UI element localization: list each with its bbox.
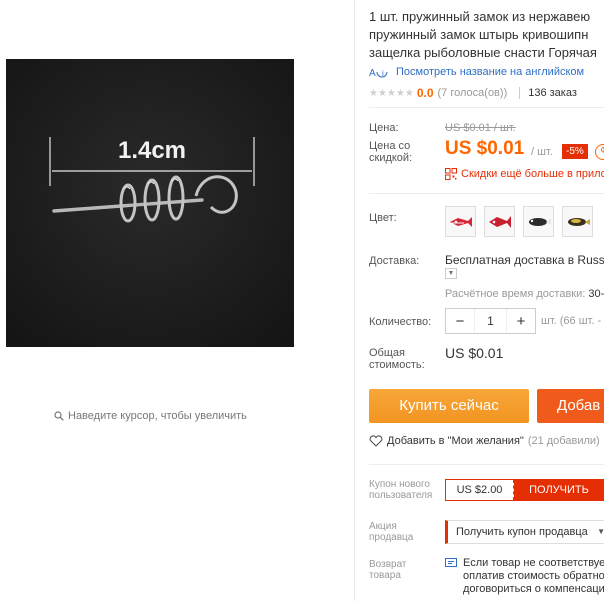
divider (369, 464, 604, 465)
total-price: US $0.01 (445, 345, 504, 361)
seller-promo-label-2: продавца (369, 532, 414, 543)
discount-badge: -5% (562, 144, 588, 159)
return-policy: Если товар не соответствует оплатив стои… (445, 557, 604, 596)
svg-text:A: A (369, 68, 376, 78)
shipping-dropdown-icon[interactable]: ▼ (445, 268, 457, 279)
translate-icon: A i (369, 68, 388, 78)
new-user-coupon-label-2: пользователя (369, 490, 433, 501)
product-title-line: 1 шт. пружинный замок из нержавею (369, 9, 591, 24)
delivery-estimate-value: 30- (588, 288, 604, 300)
spring-lock-photo: 1.4cm (6, 59, 294, 347)
coupon-amount: US $2.00 (446, 480, 514, 500)
return-label-1: Возврат (369, 559, 407, 570)
color-options (445, 206, 593, 237)
divider (369, 107, 604, 108)
wishlist-count: (21 добавили) (527, 435, 600, 447)
heart-icon (369, 435, 383, 447)
lure-thumbnail (567, 217, 590, 226)
return-label-2: товара (369, 570, 401, 581)
discount-price: US $0.01 (445, 138, 525, 159)
color-swatch-red-white-2[interactable] (484, 206, 515, 237)
new-user-coupon-label-1: Купон нового (369, 479, 430, 490)
coupon-pill-icon[interactable]: ¢ (595, 144, 604, 160)
wishlist-text: Добавить в "Мои желания" (387, 435, 524, 447)
zoom-hint-text: Наведите курсор, чтобы увеличить (68, 410, 247, 422)
shipping-method: Бесплатная доставка в Russia (445, 253, 604, 267)
quantity-label: Количество: (369, 316, 432, 328)
rating-stars-icon: ★★★★★ (369, 87, 414, 99)
divider (369, 193, 604, 194)
magnifier-icon (54, 411, 64, 421)
delivery-estimate: Расчётное время доставки: 30- (445, 288, 604, 300)
translate-title-link[interactable]: A i Посмотреть название на английском (369, 66, 584, 78)
color-swatch-black-white[interactable] (523, 206, 554, 237)
shipping-label: Доставка: (369, 255, 420, 267)
svg-text:i: i (382, 69, 384, 78)
return-icon (445, 558, 457, 567)
seller-promo-label-1: Акция (369, 521, 397, 532)
add-to-wishlist-link[interactable]: Добавить в "Мои желания" (21 добавили) (369, 435, 600, 447)
total-label-2: стоимость: (369, 359, 425, 371)
product-details: 1 шт. пружинный замок из нержавею пружин… (369, 0, 604, 601)
divider (519, 87, 521, 99)
product-image[interactable]: 1.4cm (6, 59, 294, 347)
votes-link[interactable]: (7 голоса(ов)) (438, 87, 508, 99)
add-to-cart-button[interactable]: Добав (537, 389, 604, 423)
orders-count: 136 заказ (528, 87, 577, 99)
seller-coupon-text: Получить купон продавца (456, 526, 588, 538)
quantity-increase-button[interactable]: + (507, 313, 535, 330)
color-swatch-red-white[interactable] (445, 206, 476, 237)
get-coupon-button[interactable]: ПОЛУЧИТЬ (514, 480, 604, 500)
zoom-hint: Наведите курсор, чтобы увеличить (54, 410, 247, 422)
translate-link-text: Посмотреть название на английском (396, 66, 585, 78)
column-divider (354, 0, 355, 601)
color-swatch-gold[interactable] (562, 206, 593, 237)
qr-code-icon (445, 168, 457, 180)
rating-row: ★★★★★ 0.0 (7 голоса(ов)) 136 заказ (369, 86, 577, 100)
lure-thumbnail (449, 216, 472, 227)
discount-price-label-1: Цена со (369, 140, 411, 152)
quantity-decrease-button[interactable]: − (446, 313, 474, 330)
lure-thumbnail (528, 217, 551, 226)
app-discount-link[interactable]: Скидки ещё больше в прилож (445, 168, 604, 180)
stock-note: шт. (66 шт. - (541, 315, 602, 327)
app-discount-text: Скидки ещё больше в прилож (461, 168, 604, 180)
new-user-coupon: US $2.00 ПОЛУЧИТЬ (445, 479, 604, 501)
buy-now-button[interactable]: Купить сейчас (369, 389, 529, 423)
discount-price-label-2: скидкой: (369, 152, 413, 164)
quantity-stepper: − 1 + (445, 308, 536, 334)
seller-coupon-dropdown[interactable]: Получить купон продавца ▼ (445, 520, 604, 544)
chevron-down-icon: ▼ (597, 527, 604, 536)
return-text-line: Если товар не соответствует (463, 557, 604, 569)
return-text-line: оплатив стоимость обратно (463, 570, 604, 582)
lure-thumbnail (488, 215, 511, 228)
old-price: US $0.01 / шт. (445, 122, 516, 134)
delivery-estimate-label: Расчётное время доставки: (445, 288, 586, 300)
dimension-label: 1.4cm (118, 137, 186, 164)
total-label-1: Общая (369, 347, 405, 359)
product-title: 1 шт. пружинный замок из нержавею пружин… (369, 8, 604, 62)
quantity-input[interactable]: 1 (474, 309, 507, 333)
product-title-line: пружинный замок штырь кривошипн (369, 27, 589, 42)
per-unit-label: / шт. (531, 146, 553, 158)
rating-value: 0.0 (416, 86, 434, 100)
return-text-line: договориться о компенсаци (463, 583, 604, 595)
price-label: Цена: (369, 122, 399, 134)
color-label: Цвет: (369, 212, 397, 224)
product-title-line: защелка рыболовные снасти Горячая (369, 45, 597, 60)
